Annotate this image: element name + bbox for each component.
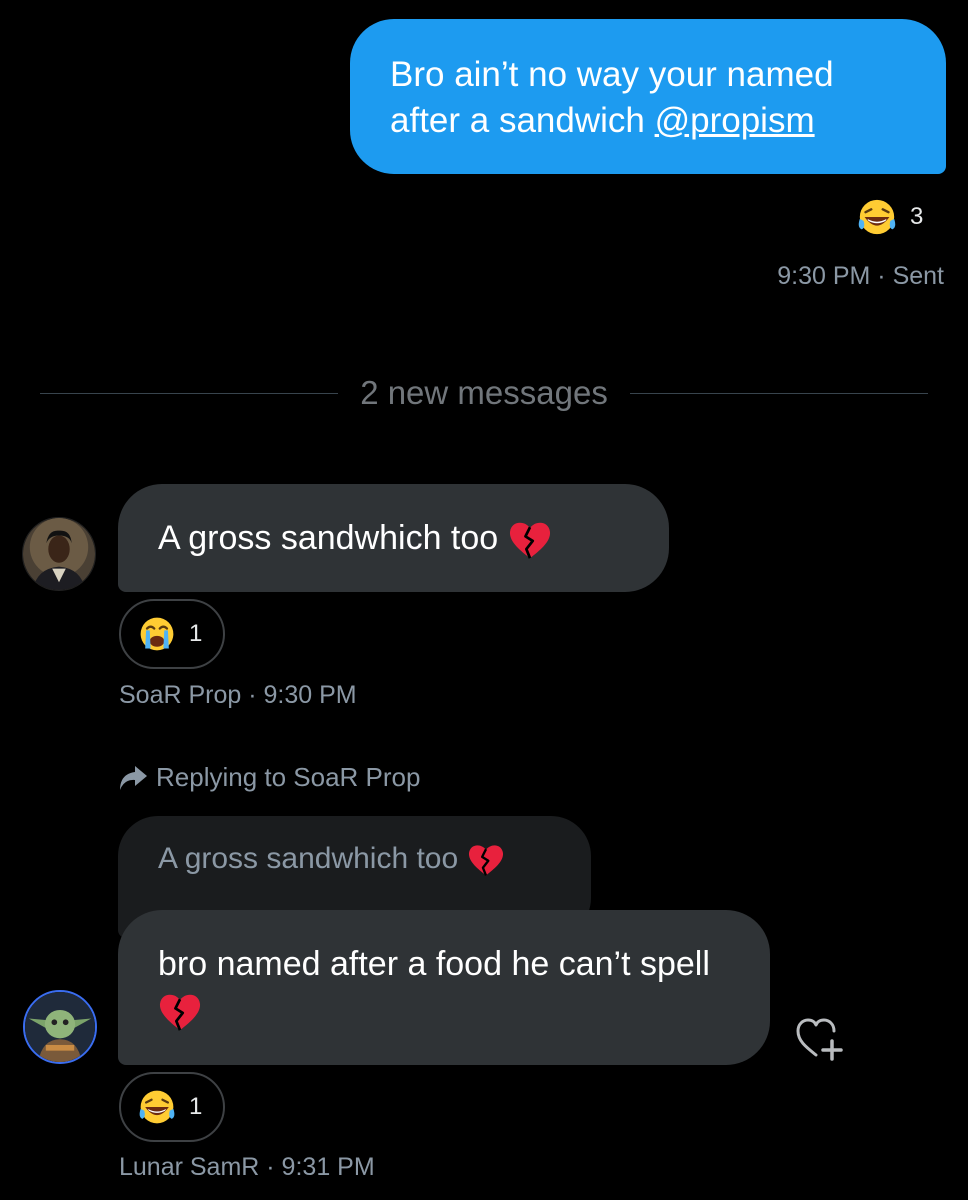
message-meta: SoaR Prop · 9:30 PM bbox=[119, 681, 357, 709]
sent-message-bubble[interactable]: Bro ain’t no way your named after a sand… bbox=[350, 19, 946, 174]
reaction-count: 1 bbox=[189, 620, 203, 647]
avatar[interactable] bbox=[23, 990, 97, 1064]
replying-to-indicator[interactable]: Replying to SoaR Prop bbox=[118, 762, 420, 793]
message-text: A gross sandwhich too bbox=[158, 519, 508, 557]
add-reaction-icon[interactable] bbox=[794, 1015, 846, 1061]
dm-conversation: Bro ain’t no way your named after a sand… bbox=[0, 0, 968, 1200]
reaction-count: 3 bbox=[910, 203, 924, 230]
sent-message-reaction[interactable]: 3 bbox=[856, 196, 923, 238]
portrait-avatar-icon bbox=[23, 518, 95, 590]
crying-face-emoji-icon bbox=[137, 614, 177, 654]
reaction-count: 1 bbox=[189, 1093, 203, 1120]
broken-heart-emoji-icon bbox=[467, 843, 505, 877]
yoda-avatar-icon bbox=[25, 992, 95, 1062]
sent-message-timestamp: 9:30 PM · Sent bbox=[777, 262, 944, 290]
laughing-tears-emoji-icon bbox=[137, 1087, 177, 1127]
divider-line bbox=[629, 392, 929, 394]
laughing-tears-emoji-icon bbox=[856, 196, 898, 238]
message-bubble[interactable]: A gross sandwhich too bbox=[118, 484, 669, 592]
divider-line bbox=[40, 392, 339, 394]
broken-heart-emoji-icon bbox=[158, 992, 202, 1032]
replying-to-label: Replying to SoaR Prop bbox=[156, 762, 421, 792]
reaction-pill[interactable]: 1 bbox=[119, 599, 225, 669]
new-messages-divider: 2 new messages bbox=[40, 370, 929, 416]
message-meta: Lunar SamR · 9:31 PM bbox=[119, 1153, 375, 1181]
quoted-message-text: A gross sandwhich too bbox=[158, 842, 467, 875]
message-bubble[interactable]: bro named after a food he can’t spell bbox=[118, 910, 770, 1065]
avatar[interactable] bbox=[22, 517, 96, 591]
mention-link[interactable]: @propism bbox=[655, 101, 815, 140]
message-text: bro named after a food he can’t spell bbox=[158, 945, 710, 983]
broken-heart-emoji-icon bbox=[508, 520, 552, 560]
new-messages-label: 2 new messages bbox=[360, 374, 608, 411]
reply-arrow-icon bbox=[120, 765, 147, 790]
reaction-pill[interactable]: 1 bbox=[119, 1072, 225, 1142]
